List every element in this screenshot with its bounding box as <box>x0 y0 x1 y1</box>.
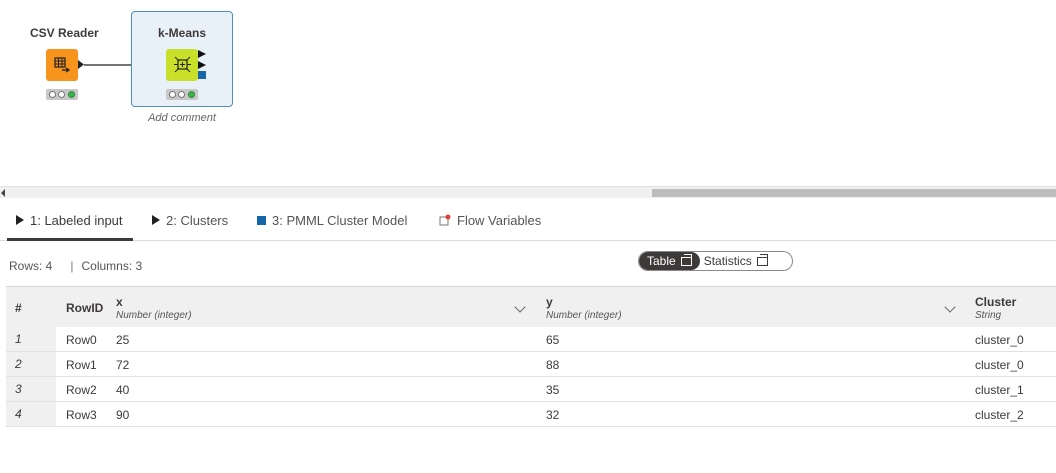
kmeans-node[interactable]: k-Means Add comment <box>131 26 233 126</box>
blue-square-port-icon <box>257 215 266 225</box>
chevron-down-icon[interactable] <box>944 301 956 313</box>
table-row[interactable]: 2 Row1 72 88 cluster_0 <box>6 352 1056 377</box>
workflow-canvas[interactable]: CSV Reader k-Means Add comment <box>0 0 1056 186</box>
table-row[interactable]: 1 Row0 25 65 cluster_0 <box>6 327 1056 352</box>
tab-flow-variables[interactable]: Flow Variables <box>439 199 541 241</box>
cell-x: 72 <box>116 357 130 372</box>
data-table: # RowID x Number (integer) y Number (int… <box>6 286 1056 427</box>
tab-clusters[interactable]: 2: Clusters <box>152 199 228 241</box>
tab-label: 2: Clusters <box>166 212 229 228</box>
tab-pmml-cluster-model[interactable]: 3: PMML Cluster Model <box>257 199 407 241</box>
tab-label: 1: Labeled input <box>30 212 123 228</box>
cell-y: 32 <box>546 407 560 422</box>
column-header-index: # <box>15 287 55 328</box>
scroll-left-arrow-icon[interactable] <box>1 189 5 197</box>
column-header-y[interactable]: y Number (integer) <box>546 287 966 328</box>
cell-rowid: Row2 <box>66 382 97 397</box>
row-index: 2 <box>6 352 56 376</box>
kmeans-icon[interactable] <box>166 49 198 81</box>
row-index: 4 <box>6 402 56 426</box>
cell-x: 25 <box>116 332 130 347</box>
table-view-button[interactable]: Table <box>639 252 700 270</box>
cell-cluster: cluster_0 <box>975 332 1024 347</box>
flow-variable-icon <box>439 214 451 226</box>
row-count: Rows: 4 <box>9 259 53 273</box>
output-ports-icon[interactable] <box>198 49 210 81</box>
tab-label: Flow Variables <box>457 212 542 228</box>
cell-cluster: cluster_0 <box>975 357 1024 372</box>
cell-cluster: cluster_1 <box>975 382 1024 397</box>
open-in-window-icon <box>680 253 692 266</box>
cell-y: 65 <box>546 332 560 347</box>
cell-cluster: cluster_2 <box>975 407 1024 422</box>
header-label: # <box>15 300 22 315</box>
cell-rowid: Row0 <box>66 332 97 347</box>
header-type: String <box>975 310 1002 321</box>
status-dot-icon <box>169 91 177 98</box>
cell-x: 90 <box>116 407 130 422</box>
play-triangle-icon <box>152 215 160 225</box>
header-type: Number (integer) <box>546 310 622 321</box>
chevron-down-icon[interactable] <box>514 301 526 313</box>
table-header: # RowID x Number (integer) y Number (int… <box>6 286 1056 327</box>
row-index: 3 <box>6 377 56 401</box>
cell-rowid: Row3 <box>66 407 97 422</box>
node-status-indicator <box>166 89 198 100</box>
canvas-horizontal-scrollbar[interactable] <box>0 186 1056 198</box>
table-row[interactable]: 3 Row2 40 35 cluster_1 <box>6 377 1056 402</box>
add-comment-label[interactable]: Add comment <box>131 112 233 124</box>
toggle-label: Table <box>647 254 676 268</box>
header-label: x <box>116 295 123 309</box>
toggle-label: Statistics <box>703 254 752 268</box>
header-label: y <box>546 295 553 309</box>
column-header-cluster[interactable]: Cluster String <box>975 287 1056 328</box>
tab-label: 3: PMML Cluster Model <box>272 212 408 228</box>
row-index: 1 <box>6 327 56 351</box>
table-meta: Rows: 4 | Columns: 3 <box>9 259 142 273</box>
header-label: Cluster <box>975 295 1017 309</box>
statistics-view-button[interactable]: Statistics <box>700 252 776 270</box>
output-port-tabs: 1: Labeled input 2: Clusters 3: PMML Clu… <box>0 199 1056 241</box>
table-row[interactable]: 4 Row3 90 32 cluster_2 <box>6 402 1056 427</box>
node-title: k-Means <box>157 26 207 40</box>
header-label: RowID <box>66 300 104 315</box>
status-dot-icon <box>178 91 186 98</box>
status-dot-green-icon <box>187 91 195 98</box>
scrollbar-thumb[interactable] <box>652 189 1056 197</box>
cell-rowid: Row1 <box>66 357 97 372</box>
view-toggle: Table Statistics <box>638 251 793 271</box>
column-header-rowid[interactable]: RowID <box>66 287 116 328</box>
column-header-x[interactable]: x Number (integer) <box>116 287 536 328</box>
column-count: Columns: 3 <box>81 259 143 273</box>
open-in-window-icon <box>756 253 768 266</box>
header-type: Number (integer) <box>116 310 192 321</box>
cell-x: 40 <box>116 382 130 397</box>
cell-y: 88 <box>546 357 560 372</box>
tab-labeled-input[interactable]: 1: Labeled input <box>7 199 133 241</box>
meta-separator: | <box>70 259 74 273</box>
play-triangle-icon <box>16 215 24 225</box>
cell-y: 35 <box>546 382 560 397</box>
